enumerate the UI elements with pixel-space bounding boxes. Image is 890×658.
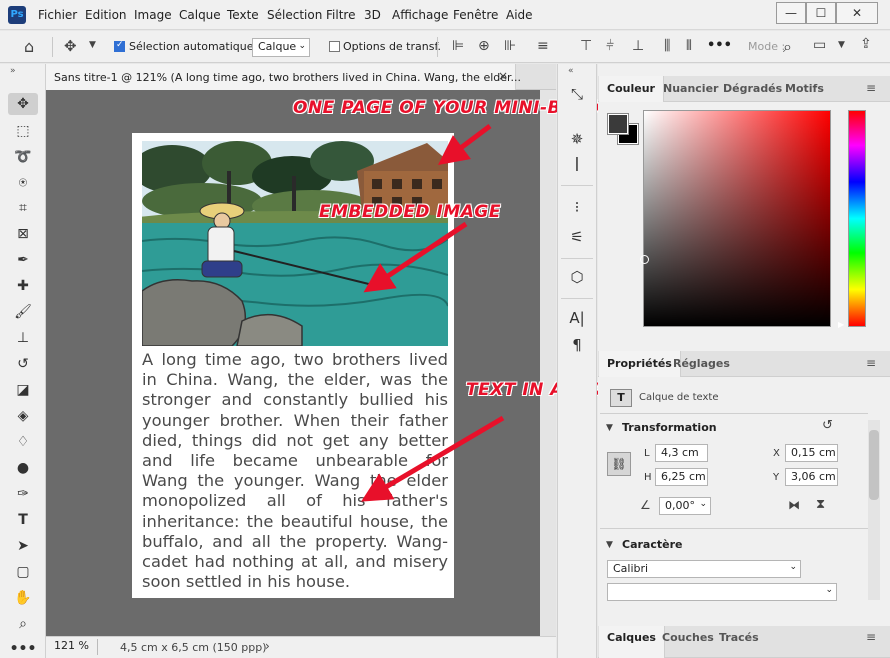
tab-reglages[interactable]: Réglages — [665, 351, 738, 377]
divider — [561, 258, 593, 259]
brush-settings-icon[interactable]: ✵ — [565, 130, 589, 152]
divider — [561, 298, 593, 299]
panel-menu-icon[interactable]: ≡ — [866, 81, 876, 95]
properties-scrollbar-thumb[interactable] — [869, 430, 879, 500]
collapse-icon[interactable]: « — [568, 66, 574, 76]
arrow-page — [438, 124, 492, 165]
character-panel-icon[interactable]: A| — [565, 309, 589, 331]
angle-icon: ∠ — [640, 498, 651, 512]
brush-presets-icon[interactable]: ⁝ — [565, 198, 589, 220]
layer-type-label: Calque de texte — [639, 392, 719, 403]
color-picker-marker[interactable] — [640, 255, 649, 264]
history-panel-icon[interactable]: ⤡ — [565, 85, 589, 107]
font-style-dropdown[interactable]: ⌄ — [607, 583, 837, 601]
angle-field[interactable]: 0,00° ⌄ — [659, 497, 711, 515]
chevron-right-icon[interactable]: › — [265, 639, 270, 653]
x-label: X — [773, 448, 780, 459]
height-label: H — [644, 472, 652, 483]
foreground-color-swatch[interactable] — [607, 113, 629, 135]
link-proportions-button[interactable]: ⛓ — [607, 452, 631, 476]
chevron-down-icon[interactable]: ▼ — [606, 540, 613, 550]
flip-horizontal-icon[interactable]: ⧓ — [788, 498, 800, 512]
transform-section-title: Transformation — [622, 421, 717, 434]
panel-icon-column — [557, 64, 597, 658]
panel-menu-icon[interactable]: ≡ — [866, 630, 876, 644]
tab-traces[interactable]: Tracés — [711, 626, 767, 652]
y-field[interactable]: 3,06 cm — [785, 468, 838, 486]
paragraph-panel-icon[interactable]: ¶ — [565, 336, 589, 358]
arrow-text — [361, 415, 505, 502]
width-label: L — [644, 448, 650, 459]
divider — [600, 413, 868, 414]
x-field[interactable]: 0,15 cm — [785, 444, 838, 462]
hue-slider[interactable] — [848, 110, 866, 327]
hue-slider-marker[interactable]: ▶ — [838, 320, 844, 329]
link-icon: ⛓ — [611, 457, 627, 471]
height-field[interactable]: 6,25 cm — [655, 468, 708, 486]
panel-menu-icon[interactable]: ≡ — [866, 356, 876, 370]
font-family-value: Calibri — [613, 562, 649, 575]
character-section-title: Caractère — [622, 538, 683, 551]
brushes-icon[interactable]: ꟾ — [565, 157, 589, 179]
tab-motifs[interactable]: Motifs — [777, 76, 832, 102]
chevron-down-icon: ⌄ — [699, 499, 707, 509]
width-field[interactable]: 4,3 cm — [655, 444, 708, 462]
divider — [600, 528, 868, 529]
arrow-image — [363, 221, 468, 293]
font-family-dropdown[interactable]: Calibri ⌄ — [607, 560, 801, 578]
reset-icon[interactable]: ↺ — [822, 418, 833, 433]
text-layer-icon: T — [610, 389, 632, 407]
3d-cube-icon[interactable]: ⬡ — [565, 268, 589, 290]
flip-vertical-icon[interactable]: ⧗ — [816, 497, 825, 512]
color-picker-field[interactable] — [643, 110, 831, 327]
chevron-down-icon: ⌄ — [825, 585, 833, 595]
adjustments-icon[interactable]: ⚟ — [565, 228, 589, 250]
zoom-level-field[interactable]: 121 % — [50, 639, 98, 655]
chevron-down-icon: ⌄ — [789, 562, 797, 572]
y-label: Y — [773, 472, 780, 483]
chevron-down-icon[interactable]: ▼ — [606, 423, 613, 433]
angle-value: 0,00° — [665, 499, 695, 512]
divider — [561, 185, 593, 186]
document-size-info: 4,5 cm x 6,5 cm (150 ppp) — [120, 641, 267, 654]
